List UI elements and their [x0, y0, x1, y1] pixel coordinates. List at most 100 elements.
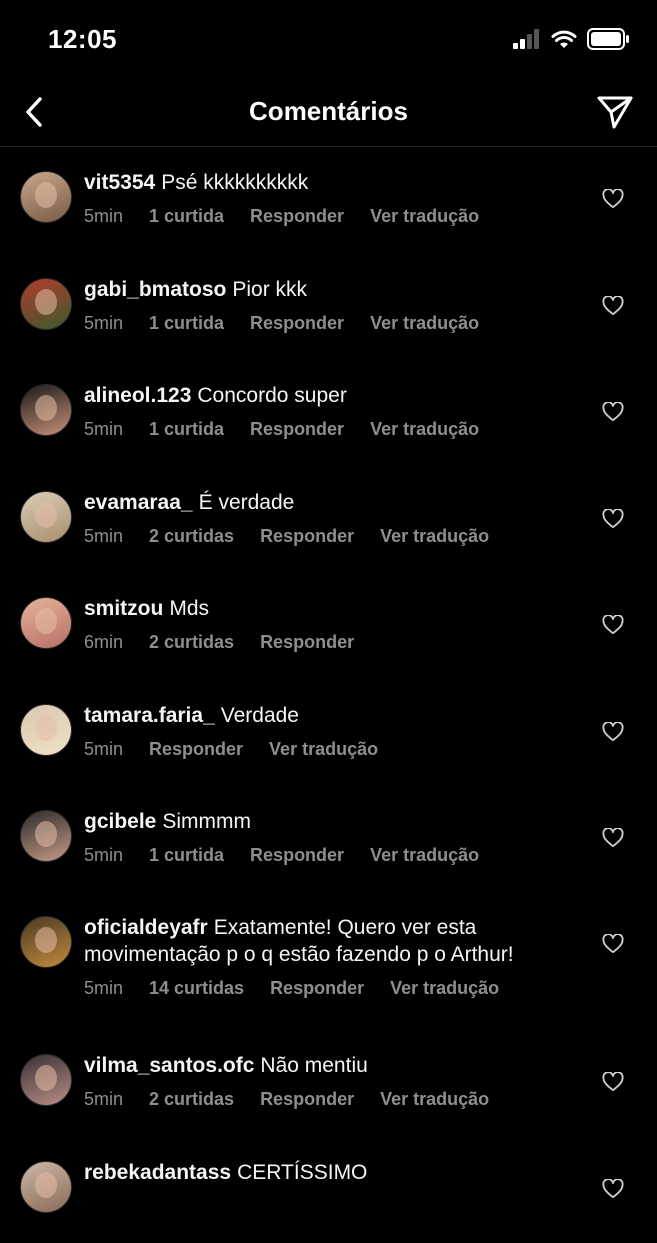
reply-link[interactable]: Responder	[250, 206, 344, 227]
share-button[interactable]	[595, 92, 635, 132]
avatar[interactable]	[20, 916, 72, 968]
comment-message: Concordo super	[197, 384, 347, 407]
likes-count-link[interactable]: 14 curtidas	[149, 978, 244, 999]
translate-link[interactable]: Ver tradução	[380, 526, 489, 547]
avatar[interactable]	[20, 810, 72, 862]
comment-item: rebekadantass CERTÍSSIMO	[0, 1137, 657, 1243]
likes-count-link[interactable]: 1 curtida	[149, 313, 224, 334]
username[interactable]: gcibele	[84, 810, 156, 833]
comment-body: evamaraa_ É verdade 5min 2 curtidas Responde…	[84, 489, 580, 547]
comment-time: 5min	[84, 1089, 124, 1109]
translate-link[interactable]: Ver tradução	[370, 419, 479, 440]
like-button[interactable]	[602, 933, 624, 956]
like-button[interactable]	[602, 827, 624, 850]
avatar-face	[35, 608, 57, 634]
like-button[interactable]	[602, 295, 624, 318]
comment-body: alineol.123 Concordo super 5min 1 curtida Re…	[84, 382, 580, 440]
avatar[interactable]	[20, 384, 72, 436]
avatar[interactable]	[20, 491, 72, 543]
likes-count-link[interactable]: 1 curtida	[149, 845, 224, 866]
avatar-face	[35, 395, 57, 421]
like-button[interactable]	[602, 721, 624, 744]
heart-icon	[602, 295, 624, 316]
avatar[interactable]	[20, 597, 72, 649]
likes-count-link[interactable]: 1 curtida	[149, 206, 224, 227]
translate-link[interactable]: Ver tradução	[269, 739, 378, 760]
like-button[interactable]	[602, 1178, 624, 1201]
avatar[interactable]	[20, 1054, 72, 1106]
like-button[interactable]	[602, 614, 624, 637]
translate-link[interactable]: Ver tradução	[370, 206, 479, 227]
translate-link[interactable]: Ver tradução	[370, 845, 479, 866]
comment-meta: 5min 1 curtida Responder Ver tradução	[84, 313, 580, 334]
like-button[interactable]	[602, 401, 624, 424]
avatar-face	[35, 502, 57, 528]
likes-count-link[interactable]: 2 curtidas	[149, 632, 234, 653]
comment-body: vilma_santos.ofc Não mentiu 5min 2 curtidas…	[84, 1052, 580, 1110]
comment-message: CERTÍSSIMO	[237, 1161, 368, 1184]
avatar-face	[35, 927, 57, 953]
avatar[interactable]	[20, 278, 72, 330]
likes-count-link[interactable]: 2 curtidas	[149, 1089, 234, 1110]
reply-link[interactable]: Responder	[250, 419, 344, 440]
heart-icon	[602, 188, 624, 209]
username[interactable]: rebekadantass	[84, 1161, 231, 1184]
reply-link[interactable]: Responder	[149, 739, 243, 760]
comment-item: vit5354 Psé kkkkkkkkkk 5min 1 curtida Respon…	[0, 147, 657, 253]
reply-link[interactable]: Responder	[260, 526, 354, 547]
comment-text: gabi_bmatoso Pior kkk	[84, 276, 580, 303]
wifi-icon	[551, 30, 577, 48]
reply-link[interactable]: Responder	[270, 978, 364, 999]
like-button[interactable]	[602, 1071, 624, 1094]
reply-link[interactable]: Responder	[250, 313, 344, 334]
comment-time: 5min	[84, 978, 124, 998]
cellular-signal-icon	[513, 29, 539, 49]
avatar[interactable]	[20, 704, 72, 756]
avatar-face	[35, 1172, 57, 1198]
comment-time: 5min	[84, 313, 124, 333]
status-icons	[513, 28, 629, 50]
comment-meta: 5min Responder Ver tradução	[84, 739, 580, 760]
status-bar: 12:05	[0, 0, 657, 80]
avatar[interactable]	[20, 171, 72, 223]
comment-body: tamara.faria_ Verdade 5min Responder Ver tra…	[84, 702, 580, 760]
battery-icon	[587, 28, 629, 50]
translate-link[interactable]: Ver tradução	[390, 978, 499, 999]
username[interactable]: alineol.123	[84, 384, 191, 407]
username[interactable]: smitzou	[84, 597, 163, 620]
username[interactable]: gabi_bmatoso	[84, 278, 226, 301]
username[interactable]: evamaraa_	[84, 491, 193, 514]
comment-message: Simmmm	[162, 810, 252, 833]
comment-message: Mds	[169, 597, 210, 620]
comment-time: 5min	[84, 206, 124, 226]
like-button[interactable]	[602, 188, 624, 211]
translate-link[interactable]: Ver tradução	[370, 313, 479, 334]
username[interactable]: oficialdeyafr	[84, 916, 208, 939]
comment-time: 5min	[84, 526, 124, 546]
likes-count-link[interactable]: 1 curtida	[149, 419, 224, 440]
comment-text: smitzou Mds	[84, 595, 580, 622]
heart-icon	[602, 401, 624, 422]
reply-link[interactable]: Responder	[260, 632, 354, 653]
reply-link[interactable]: Responder	[260, 1089, 354, 1110]
translate-link[interactable]: Ver tradução	[380, 1089, 489, 1110]
likes-count-link[interactable]: 2 curtidas	[149, 526, 234, 547]
heart-icon	[602, 721, 624, 742]
reply-link[interactable]: Responder	[250, 845, 344, 866]
heart-icon	[602, 1178, 624, 1199]
heart-icon	[602, 933, 624, 954]
comment-item: oficialdeyafr Exatamente! Quero ver esta …	[0, 892, 657, 998]
like-button[interactable]	[602, 508, 624, 531]
comment-time: 5min	[84, 419, 124, 439]
username[interactable]: vilma_santos.ofc	[84, 1054, 254, 1077]
avatar-face	[35, 289, 57, 315]
comment-meta: 5min 1 curtida Responder Ver tradução	[84, 206, 580, 227]
username[interactable]: vit5354	[84, 171, 155, 194]
username[interactable]: tamara.faria_	[84, 704, 215, 727]
comment-meta: 5min 14 curtidas Responder Ver tradução	[84, 978, 580, 999]
comment-message: Não mentiu	[260, 1054, 368, 1077]
status-time: 12:05	[48, 24, 117, 54]
comment-meta: 5min 2 curtidas Responder Ver tradução	[84, 526, 580, 547]
header: Comentários	[0, 80, 657, 147]
avatar[interactable]	[20, 1161, 72, 1213]
